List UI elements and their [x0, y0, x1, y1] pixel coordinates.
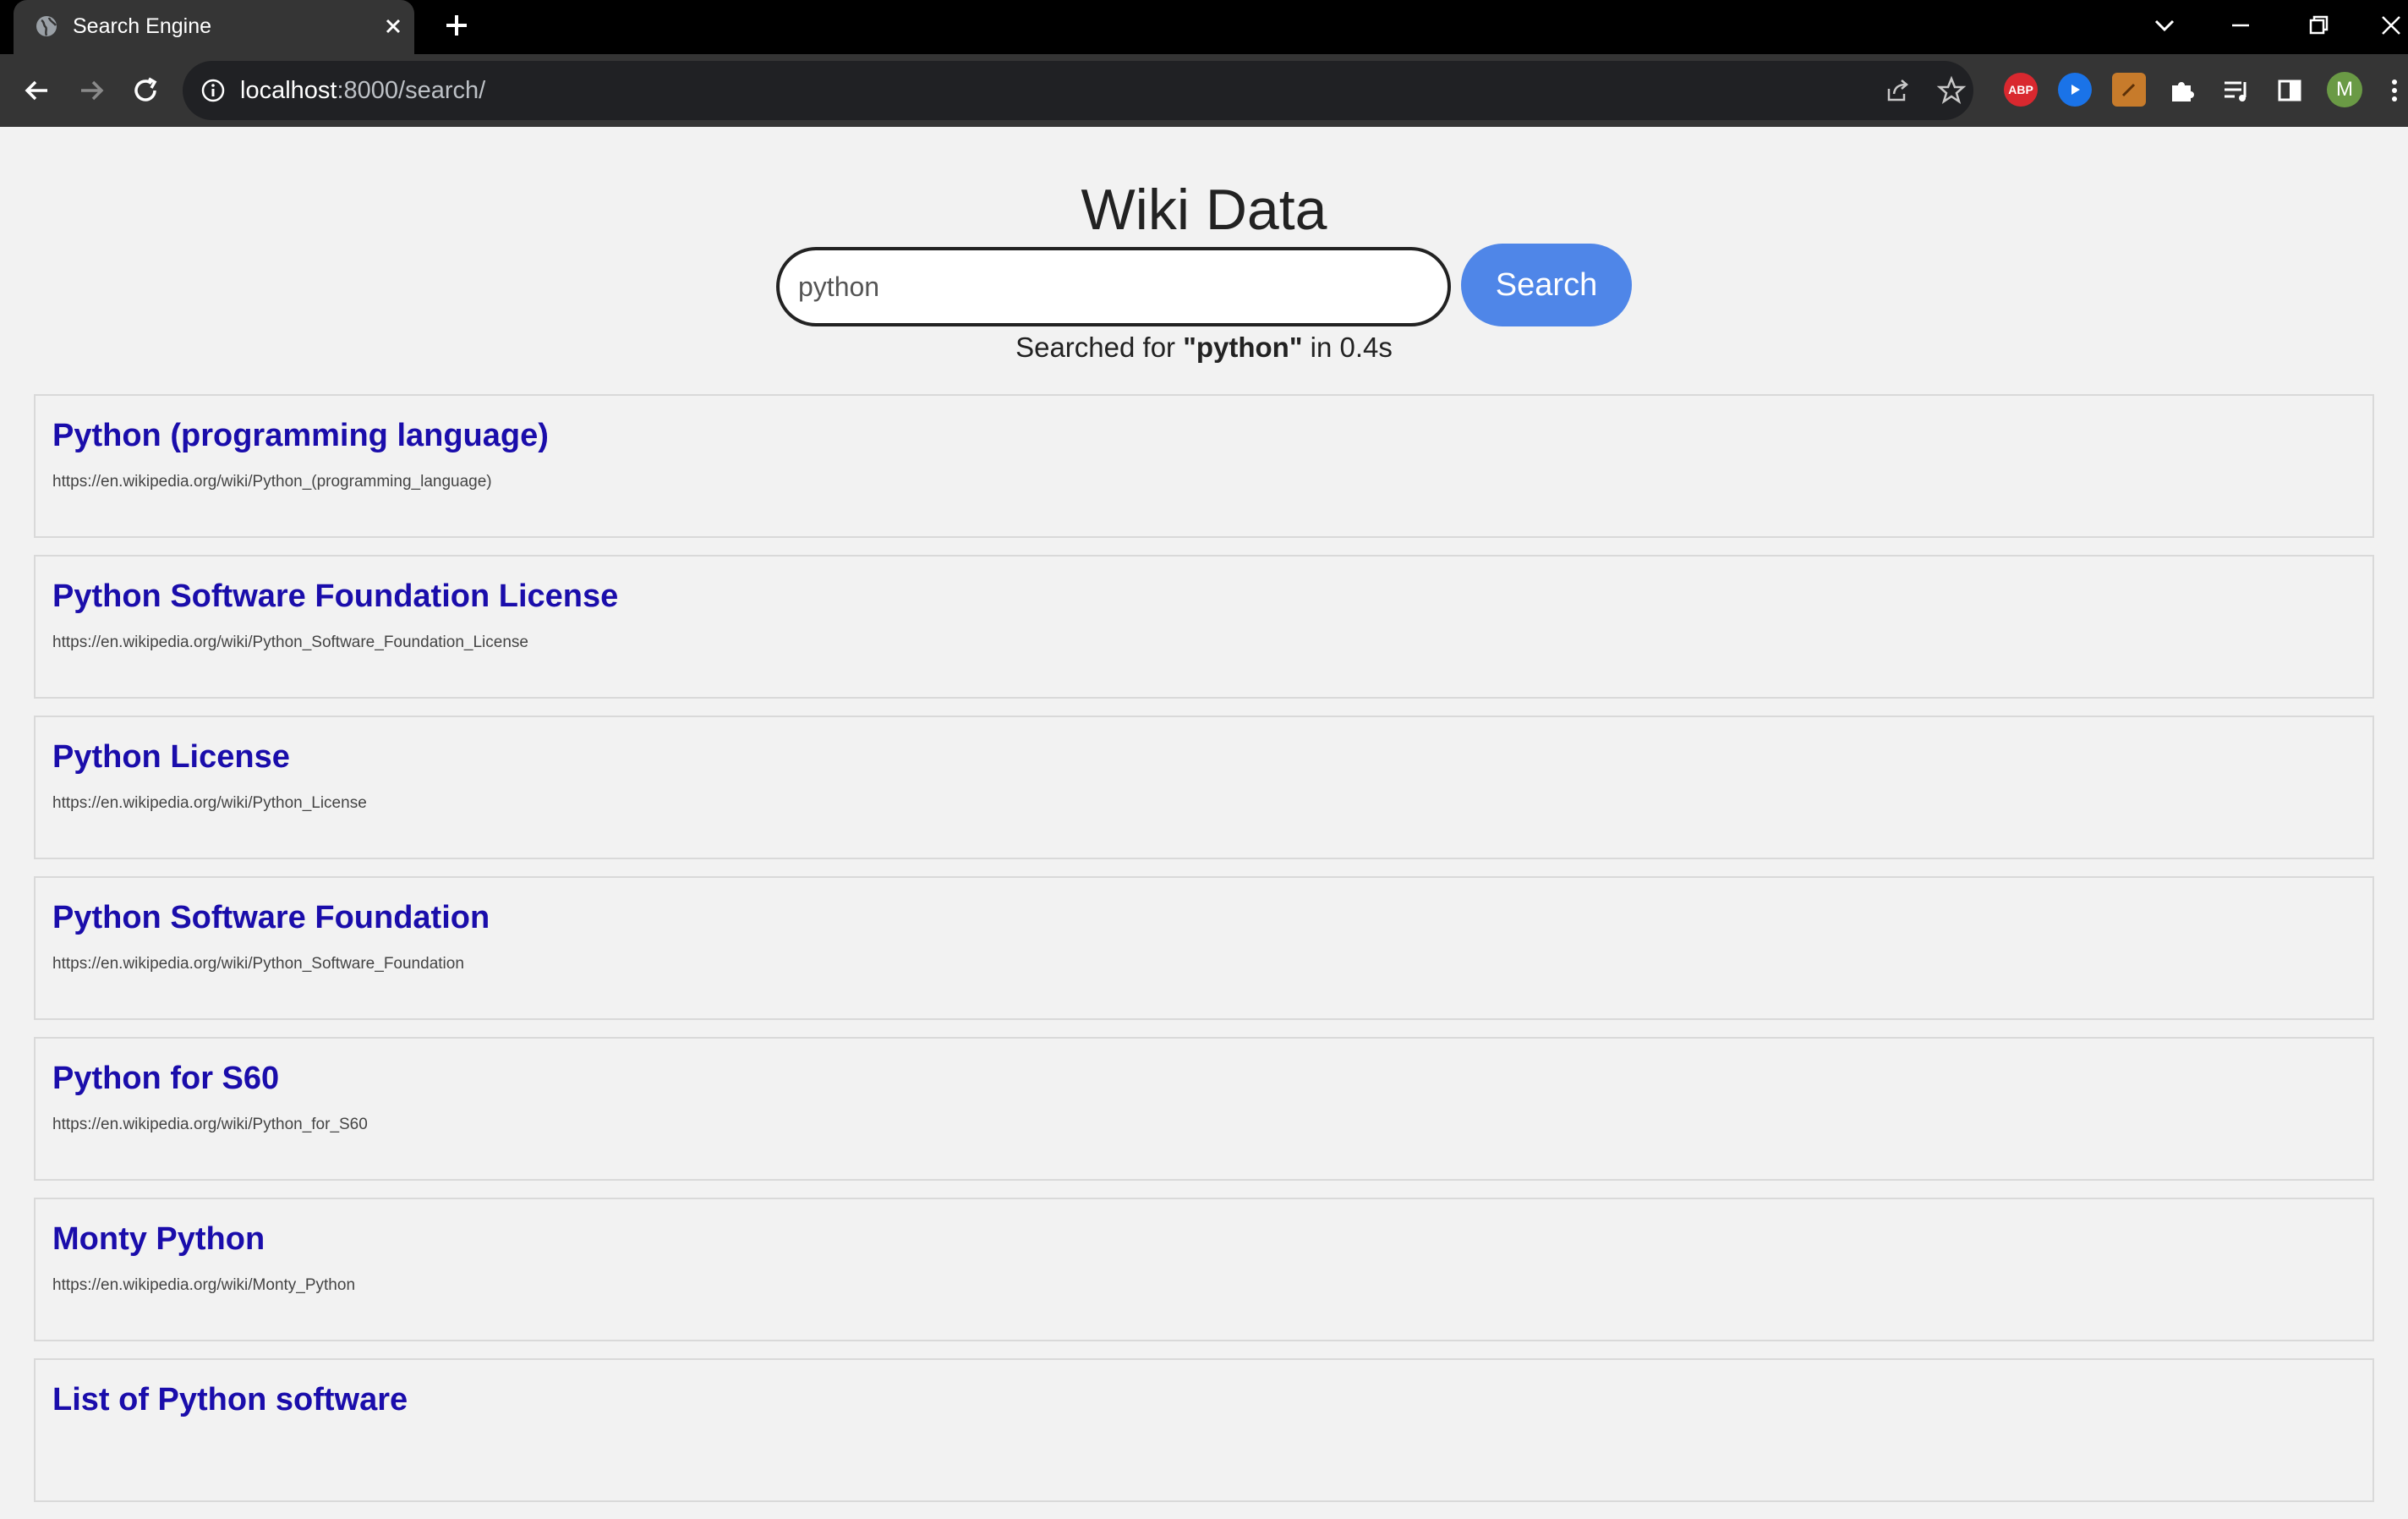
page-title: Wiki Data: [1081, 177, 1327, 242]
result-url: https://en.wikipedia.org/wiki/Monty_Pyth…: [52, 1276, 356, 1294]
minimize-icon[interactable]: [2224, 8, 2258, 42]
tab-search-chevron-icon[interactable]: [2148, 8, 2181, 42]
window-close-icon[interactable]: [2374, 8, 2408, 42]
result-title-link[interactable]: List of Python software: [52, 1380, 408, 1419]
site-info-icon[interactable]: [200, 77, 227, 104]
restore-icon[interactable]: [2301, 8, 2335, 42]
url-path: :8000/search/: [337, 77, 486, 104]
reload-icon[interactable]: [129, 74, 162, 107]
search-status-query: "python": [1183, 332, 1303, 363]
result-title-link[interactable]: Monty Python: [52, 1220, 265, 1259]
result-card: Python License https://en.wikipedia.org/…: [34, 716, 2374, 859]
kebab-menu-icon[interactable]: [2386, 74, 2403, 107]
result-title-link[interactable]: Python Software Foundation: [52, 898, 490, 937]
browser-tab[interactable]: Search Engine: [14, 0, 414, 54]
result-card: Python Software Foundation https://en.wi…: [34, 876, 2374, 1020]
play-icon: [2071, 85, 2080, 95]
globe-icon: [36, 16, 57, 36]
results-list: Python (programming language) https://en…: [34, 394, 2374, 1519]
search-status: Searched for "python" in 0.4s: [0, 330, 2408, 365]
result-card: Python (programming language) https://en…: [34, 394, 2374, 538]
result-title-link[interactable]: Python (programming language): [52, 416, 549, 455]
new-tab-icon[interactable]: [441, 10, 472, 41]
search-button[interactable]: Search: [1461, 244, 1632, 326]
extensions-puzzle-icon[interactable]: [2164, 74, 2198, 107]
result-url: https://en.wikipedia.org/wiki/Python_for…: [52, 1116, 368, 1133]
url-host: localhost: [240, 77, 337, 104]
video-extension-icon[interactable]: [2058, 73, 2092, 107]
search-input[interactable]: [776, 247, 1451, 326]
pen-icon: [2121, 83, 2136, 97]
browser-tab-bar: Search Engine: [0, 0, 2408, 54]
browser-toolbar: localhost:8000/search/ ABP M: [0, 54, 2408, 127]
tab-title: Search Engine: [73, 14, 212, 38]
profile-avatar[interactable]: M: [2327, 72, 2362, 107]
address-bar-url: localhost:8000/search/: [240, 75, 485, 106]
page-content: Wiki Data Search Searched for "python" i…: [0, 127, 2408, 1502]
result-url: https://en.wikipedia.org/wiki/Python_Lic…: [52, 794, 367, 812]
forward-arrow-icon[interactable]: [74, 74, 108, 107]
reading-list-icon[interactable]: [2219, 74, 2252, 107]
result-card: List of Python software: [34, 1358, 2374, 1502]
side-panel-icon[interactable]: [2273, 74, 2307, 107]
result-title-link[interactable]: Python for S60: [52, 1059, 279, 1098]
adblock-extension-icon[interactable]: ABP: [2004, 73, 2038, 107]
result-card: Python Software Foundation License https…: [34, 555, 2374, 699]
result-title-link[interactable]: Python Software Foundation License: [52, 577, 618, 616]
result-card: Python for S60 https://en.wikipedia.org/…: [34, 1037, 2374, 1181]
search-status-prefix: Searched for: [1015, 332, 1184, 363]
share-icon[interactable]: [1880, 74, 1914, 107]
result-url: https://en.wikipedia.org/wiki/Python_Sof…: [52, 633, 528, 651]
result-card: Monty Python https://en.wikipedia.org/wi…: [34, 1198, 2374, 1341]
result-url: https://en.wikipedia.org/wiki/Python_(pr…: [52, 473, 492, 491]
search-status-suffix: in 0.4s: [1302, 332, 1393, 363]
address-bar[interactable]: localhost:8000/search/: [183, 61, 1973, 120]
close-icon[interactable]: [380, 14, 406, 39]
back-arrow-icon[interactable]: [20, 74, 54, 107]
adblock-label: ABP: [2008, 83, 2033, 96]
avatar-initial: M: [2336, 78, 2353, 101]
result-url: https://en.wikipedia.org/wiki/Python_Sof…: [52, 955, 464, 973]
result-title-link[interactable]: Python License: [52, 738, 290, 776]
notes-extension-icon[interactable]: [2112, 73, 2146, 107]
bookmark-star-icon[interactable]: [1935, 74, 1968, 107]
